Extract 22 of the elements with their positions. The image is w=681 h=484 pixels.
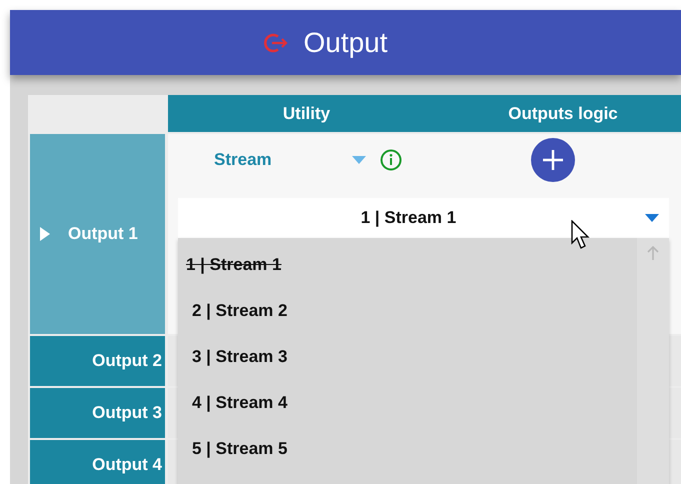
column-header: Outputs logic xyxy=(445,95,681,132)
row-header[interactable]: Output 3 xyxy=(30,388,165,438)
dropdown-option[interactable]: 3 | Stream 3 xyxy=(178,334,302,380)
info-icon[interactable] xyxy=(380,149,402,171)
dropdown-option[interactable]: 5 | Stream 5 xyxy=(178,426,302,472)
row-header[interactable]: Output 2 xyxy=(30,336,165,386)
caret-icon xyxy=(645,214,659,222)
row-header[interactable]: Output 4 xyxy=(30,440,165,484)
caret-icon xyxy=(352,156,366,164)
dropdown-option: 1 | Stream 1 xyxy=(178,242,296,288)
add-button[interactable] xyxy=(531,138,575,182)
plus-icon xyxy=(542,149,564,171)
scrollbar[interactable] xyxy=(637,238,669,484)
dropdown-option[interactable]: 2 | Stream 2 xyxy=(178,288,302,334)
stream-select[interactable]: 1 | Stream 1 xyxy=(178,198,669,238)
utility-dropdown[interactable]: Stream xyxy=(208,146,372,174)
mouse-cursor-icon xyxy=(571,220,591,250)
dropdown-option[interactable]: 4 | Stream 4 xyxy=(178,380,302,426)
window-title: Output xyxy=(303,26,388,58)
column-header: Utility xyxy=(168,95,445,132)
row-pointer-icon xyxy=(40,227,50,241)
exit-icon xyxy=(263,30,290,54)
